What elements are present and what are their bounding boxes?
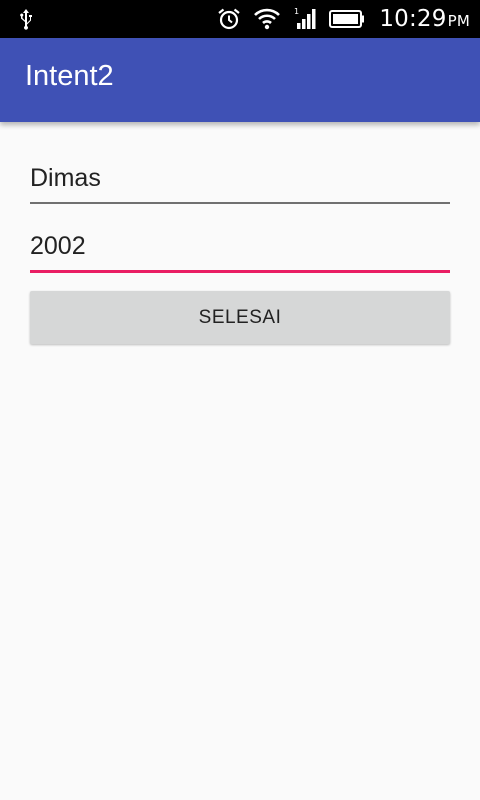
year-input[interactable]	[30, 224, 450, 268]
name-input-underline	[30, 202, 450, 204]
alarm-icon	[217, 7, 241, 31]
wifi-icon	[253, 8, 281, 30]
name-input[interactable]	[30, 156, 450, 200]
app-title: Intent2	[25, 60, 114, 92]
usb-icon	[18, 8, 34, 30]
battery-icon	[329, 9, 365, 29]
year-input-underline-focused	[30, 270, 450, 273]
svg-text:1: 1	[294, 7, 299, 16]
selesai-button[interactable]: SELESAI	[30, 291, 450, 344]
name-field-container	[30, 156, 450, 204]
status-right: 1 10:29PM	[217, 0, 470, 38]
status-ampm: PM	[447, 12, 470, 30]
cellular-signal-icon: 1	[293, 7, 317, 31]
status-bar: 1 10:29PM	[0, 0, 480, 38]
app-bar: Intent2	[0, 38, 480, 122]
year-field-container	[30, 224, 450, 273]
status-left	[18, 8, 34, 30]
status-time: 10:29PM	[379, 6, 470, 32]
